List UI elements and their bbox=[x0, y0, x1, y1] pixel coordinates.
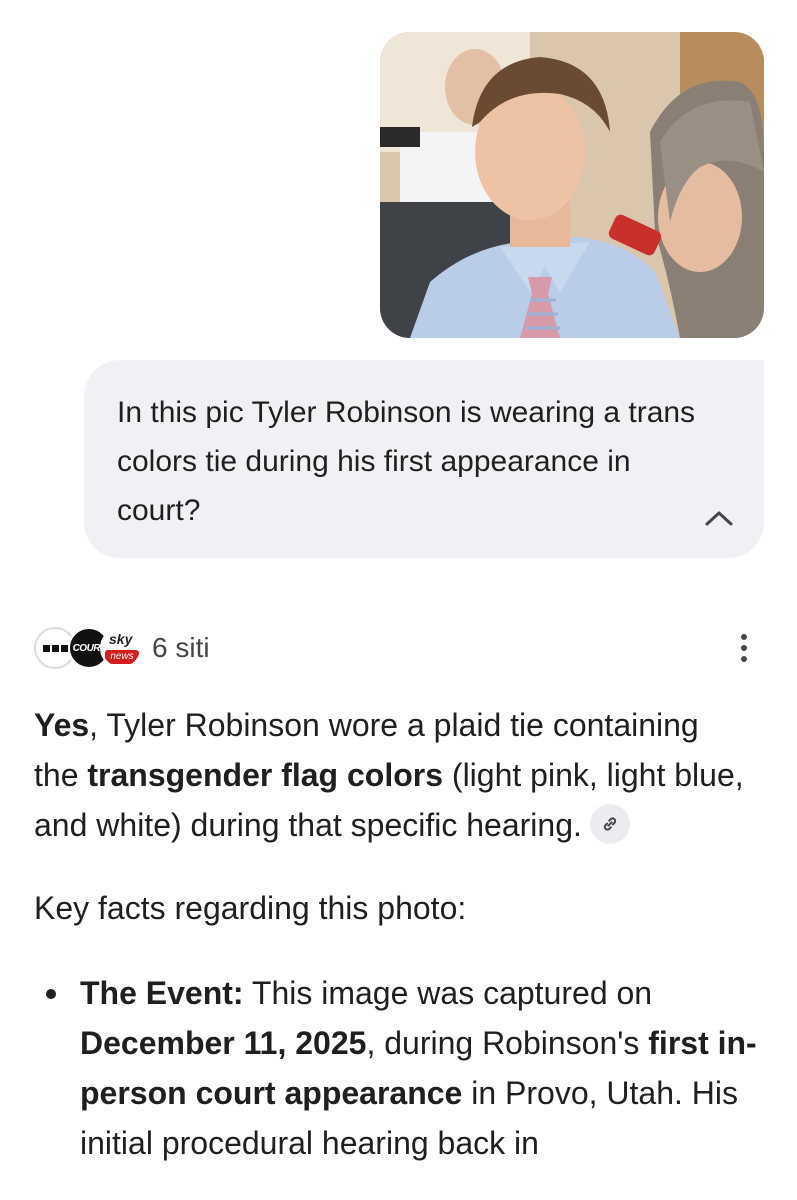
source-favicon-skynews: sky news bbox=[100, 627, 142, 669]
user-message-bubble: In this pic Tyler Robinson is wearing a … bbox=[84, 360, 764, 558]
link-icon bbox=[603, 817, 617, 831]
sources-row[interactable]: COURT sky news 6 siti bbox=[34, 624, 764, 672]
bullet bbox=[46, 989, 56, 999]
sources-count[interactable]: 6 siti bbox=[152, 632, 210, 664]
user-uploaded-photo[interactable] bbox=[380, 32, 764, 338]
response-paragraph-2: Key facts regarding this photo: bbox=[34, 890, 467, 926]
collapse-button[interactable] bbox=[702, 506, 736, 530]
answer-yes: Yes bbox=[34, 707, 90, 743]
facts-list: The Event: This image was captured on De… bbox=[34, 968, 764, 1168]
response-body: Yes, Tyler Robinson wore a plaid tie con… bbox=[34, 700, 764, 1168]
list-item: The Event: This image was captured on De… bbox=[46, 968, 764, 1168]
source-link-chip[interactable] bbox=[589, 803, 630, 844]
answer-highlight: transgender flag colors bbox=[87, 757, 444, 793]
chevron-up-icon bbox=[705, 511, 733, 526]
courtroom-photo bbox=[380, 32, 764, 338]
more-options-button[interactable] bbox=[724, 628, 764, 668]
more-vert-icon bbox=[741, 634, 747, 640]
source-favicons: COURT sky news bbox=[34, 625, 142, 671]
response-paragraph-1: Yes, Tyler Robinson wore a plaid tie con… bbox=[34, 707, 744, 844]
user-message-text: In this pic Tyler Robinson is wearing a … bbox=[117, 396, 696, 527]
